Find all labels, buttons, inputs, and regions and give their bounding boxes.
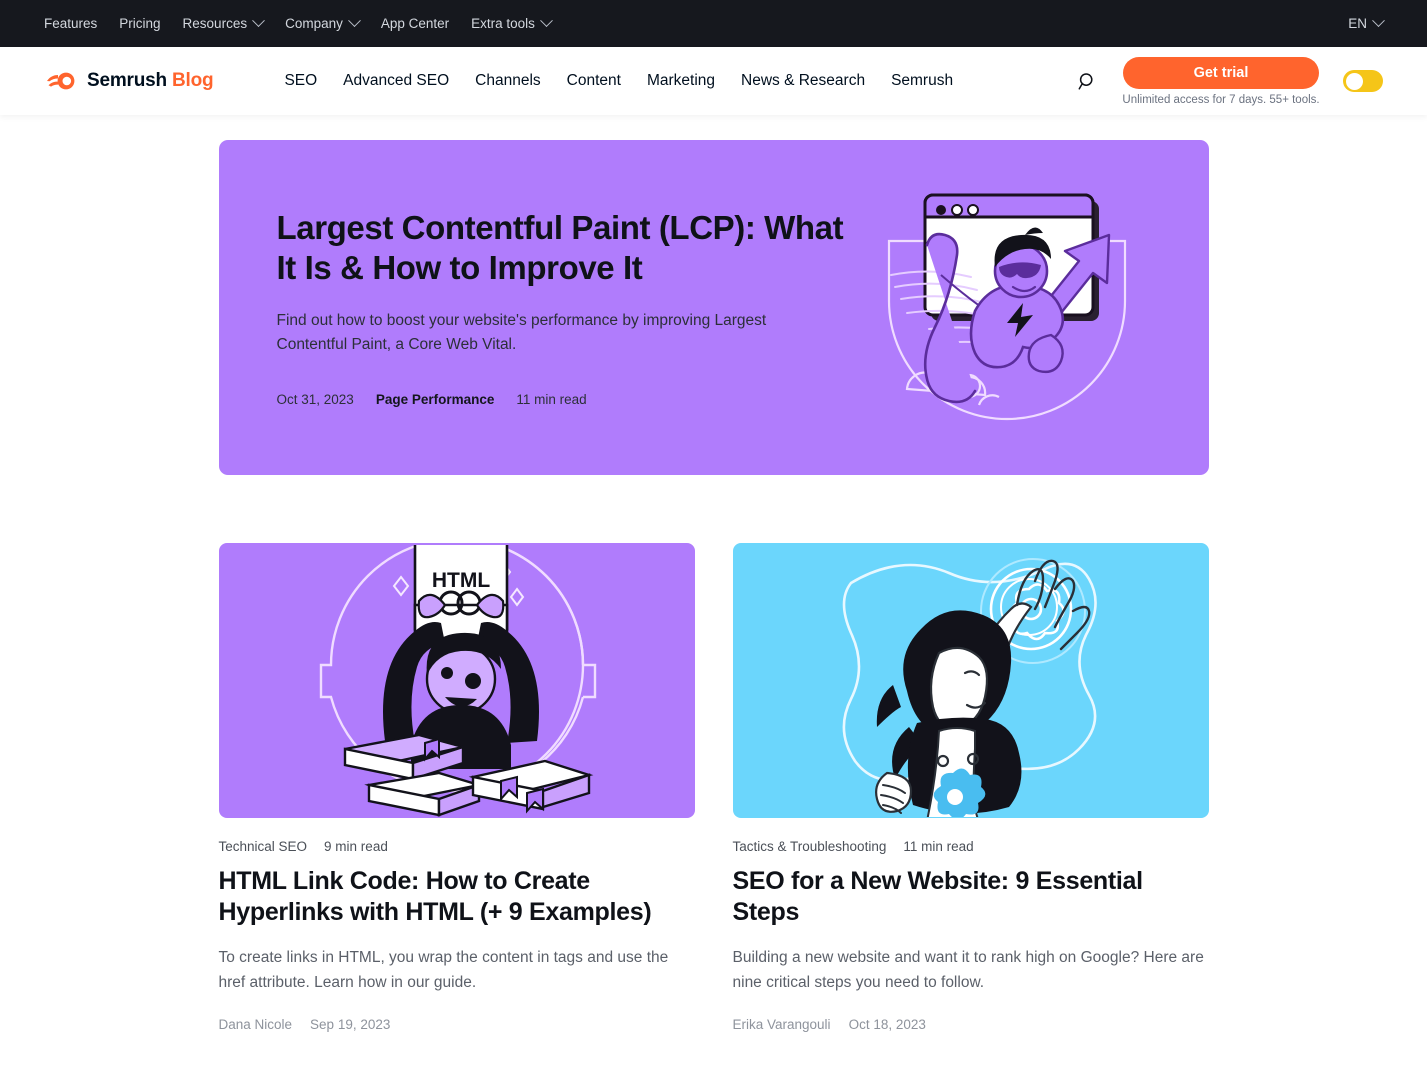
brand-suffix: Blog xyxy=(172,70,214,91)
hero-date: Oct 31, 2023 xyxy=(276,392,354,408)
topbar-item-resources[interactable]: Resources xyxy=(172,11,275,37)
nav-item-advanced-seo[interactable]: Advanced SEO xyxy=(330,64,462,98)
topbar-item-label: Extra tools xyxy=(471,15,535,31)
topbar-item-label: Company xyxy=(285,15,343,31)
chevron-down-icon xyxy=(1372,14,1385,28)
svg-text:HTML: HTML xyxy=(431,569,489,592)
get-trial-button[interactable]: Get trial xyxy=(1123,56,1319,89)
hero-read-time: 11 min read xyxy=(516,392,587,408)
card-byline: Erika Varangouli Oct 18, 2023 xyxy=(733,1017,1209,1032)
chevron-down-icon xyxy=(252,14,265,28)
topbar-right-group: EN xyxy=(1348,14,1387,31)
nav-item-content[interactable]: Content xyxy=(554,64,634,98)
content-container: Largest Contentful Paint (LCP): What It … xyxy=(218,140,1209,1032)
hero-meta: Oct 31, 2023 Page Performance 11 min rea… xyxy=(277,392,877,407)
card-title[interactable]: SEO for a New Website: 9 Essential Steps xyxy=(733,866,1209,928)
article-card[interactable]: Tactics & Troubleshooting 11 min read SE… xyxy=(732,543,1209,1032)
topbar-item-label: Features xyxy=(44,15,98,31)
topbar-item-company[interactable]: Company xyxy=(274,11,370,37)
site-header: Semrush Blog SEO Advanced SEO Channels C… xyxy=(0,47,1427,115)
card-date: Sep 19, 2023 xyxy=(310,1017,391,1033)
top-utility-bar: Features Pricing Resources Company App C… xyxy=(0,0,1427,47)
topbar-item-label: Pricing xyxy=(119,15,161,31)
search-button[interactable] xyxy=(1069,63,1105,99)
semrush-comet-logo-icon xyxy=(47,72,75,90)
theme-toggle[interactable] xyxy=(1343,70,1383,92)
chevron-down-icon xyxy=(540,14,553,28)
card-read-time: 11 min read xyxy=(903,839,974,854)
topbar-item-extra-tools[interactable]: Extra tools xyxy=(460,11,562,37)
cta-group: Get trial Unlimited access for 7 days. 5… xyxy=(1122,56,1320,106)
card-illustration-seo xyxy=(842,557,1097,817)
article-card[interactable]: HTML Technical SEO 9 min read HTML Link … xyxy=(218,543,695,1032)
article-thumbnail xyxy=(732,543,1209,818)
card-category[interactable]: Technical SEO xyxy=(219,839,308,854)
article-thumbnail: HTML xyxy=(218,543,695,818)
hero-category-badge[interactable]: Page Performance xyxy=(376,392,495,407)
page-title: Largest Contentful Paint (LCP): What It … xyxy=(276,208,844,287)
card-description: To create links in HTML, you wrap the co… xyxy=(218,949,669,992)
top-utility-nav: Features Pricing Resources Company App C… xyxy=(44,11,562,37)
card-author[interactable]: Dana Nicole xyxy=(219,1017,293,1032)
card-illustration-html: HTML xyxy=(319,544,596,817)
language-selector[interactable]: EN xyxy=(1348,14,1387,31)
search-icon xyxy=(1078,72,1093,90)
card-author[interactable]: Erika Varangouli xyxy=(733,1017,831,1032)
nav-item-semrush[interactable]: Semrush xyxy=(878,64,966,98)
topbar-item-pricing[interactable]: Pricing xyxy=(108,11,171,37)
topbar-item-app-center[interactable]: App Center xyxy=(370,11,460,37)
nav-item-news-and-research[interactable]: News & Research xyxy=(728,64,878,98)
card-description: Building a new website and want it to ra… xyxy=(732,949,1204,992)
hero-text-block: Largest Contentful Paint (LCP): What It … xyxy=(277,208,877,408)
header-actions: Get trial Unlimited access for 7 days. 5… xyxy=(1069,56,1383,106)
chevron-down-icon xyxy=(347,14,361,28)
topbar-item-features[interactable]: Features xyxy=(44,11,108,37)
card-category[interactable]: Tactics & Troubleshooting xyxy=(733,839,887,854)
card-byline: Dana Nicole Sep 19, 2023 xyxy=(219,1017,695,1032)
card-date: Oct 18, 2023 xyxy=(848,1017,926,1033)
topbar-item-label: Resources xyxy=(182,15,248,31)
featured-article-hero[interactable]: Largest Contentful Paint (LCP): What It … xyxy=(218,140,1209,475)
nav-item-marketing[interactable]: Marketing xyxy=(634,64,728,98)
card-meta: Tactics & Troubleshooting 11 min read xyxy=(733,839,1209,854)
toggle-knob xyxy=(1345,72,1363,90)
nav-item-seo[interactable]: SEO xyxy=(271,64,330,98)
card-meta: Technical SEO 9 min read xyxy=(219,839,695,854)
topbar-item-label: App Center xyxy=(380,15,450,31)
card-title[interactable]: HTML Link Code: How to Create Hyperlinks… xyxy=(219,866,695,928)
language-label: EN xyxy=(1348,16,1367,31)
page-content: Largest Contentful Paint (LCP): What It … xyxy=(0,115,1427,1033)
brand-name: Semrush xyxy=(87,70,167,91)
hero-description: Find out how to boost your website's per… xyxy=(276,312,767,353)
brand-logo-link[interactable]: Semrush Blog xyxy=(46,69,214,93)
brand-title: Semrush Blog xyxy=(87,70,214,92)
article-grid: HTML Technical SEO 9 min read HTML Link … xyxy=(218,543,1209,1032)
hero-illustration xyxy=(887,193,1126,420)
cta-subtext: Unlimited access for 7 days. 55+ tools. xyxy=(1122,93,1320,106)
primary-nav: SEO Advanced SEO Channels Content Market… xyxy=(271,64,966,98)
nav-item-channels[interactable]: Channels xyxy=(462,64,554,98)
card-read-time: 9 min read xyxy=(324,839,388,854)
